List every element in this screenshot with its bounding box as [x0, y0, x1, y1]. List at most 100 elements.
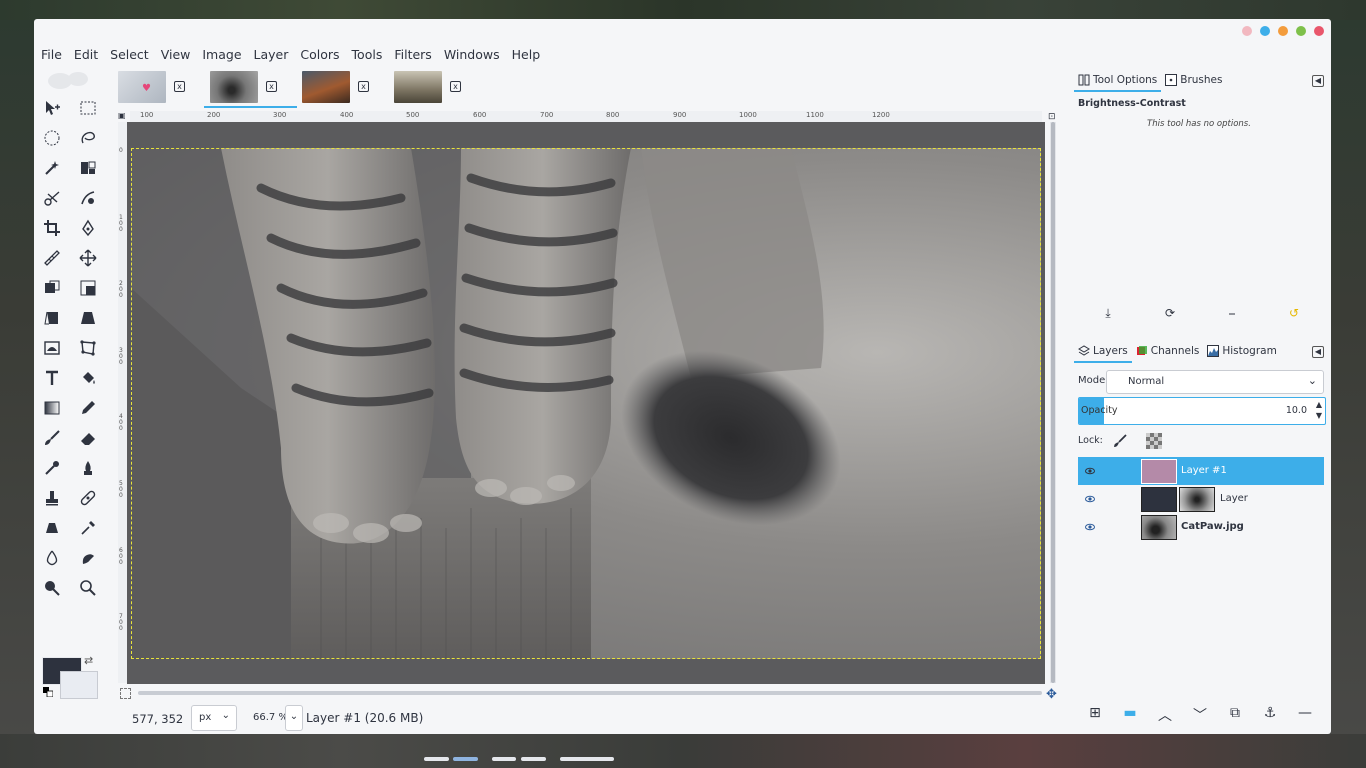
text-tool-icon[interactable] — [39, 365, 65, 391]
paintbrush-icon[interactable] — [39, 425, 65, 451]
lock-alpha-checker-icon[interactable] — [1146, 433, 1162, 449]
dock-menu-icon[interactable]: ◀ — [1312, 75, 1324, 87]
unit-selector[interactable]: px ⌄ — [191, 705, 237, 731]
bucket-fill-icon[interactable] — [75, 365, 101, 391]
ellipse-select-icon[interactable] — [39, 125, 65, 151]
align-move-icon[interactable] — [75, 245, 101, 271]
duplicate-layer-icon[interactable]: ⧉ — [1226, 705, 1244, 723]
move-tool-icon[interactable] — [39, 95, 65, 121]
lock-pixels-brush-icon[interactable] — [1112, 433, 1128, 449]
delete-layer-icon[interactable]: — — [1296, 705, 1314, 723]
layer-mask-thumbnail[interactable] — [1179, 487, 1215, 512]
tab-layers[interactable]: Layers — [1074, 341, 1132, 363]
close-tab-icon[interactable]: x — [450, 81, 461, 92]
menu-image[interactable]: Image — [196, 46, 247, 64]
menu-file[interactable]: File — [34, 46, 68, 64]
image-tab[interactable]: x — [394, 71, 461, 103]
menu-filters[interactable]: Filters — [388, 46, 437, 64]
measure-icon[interactable] — [39, 245, 65, 271]
mode-select[interactable]: Normal ⌄ — [1106, 370, 1324, 394]
visibility-eye-icon[interactable] — [1085, 466, 1095, 476]
menu-colors[interactable]: Colors — [294, 46, 345, 64]
visibility-eye-icon[interactable] — [1085, 522, 1095, 532]
close-tab-icon[interactable]: x — [174, 81, 185, 92]
quick-mask-toggle-icon[interactable] — [120, 688, 131, 699]
tab-histogram[interactable]: Histogram — [1203, 341, 1280, 361]
ink-icon[interactable] — [75, 455, 101, 481]
delete-preset-icon[interactable]: ⎯ — [1224, 306, 1240, 322]
paths-icon[interactable] — [75, 215, 101, 241]
tab-tool-options[interactable]: Tool Options — [1074, 70, 1162, 92]
tab-brushes[interactable]: Brushes — [1161, 70, 1226, 90]
scissors-select-icon[interactable] — [39, 185, 65, 211]
lower-layer-icon[interactable]: ﹀ — [1191, 705, 1209, 724]
tab-channels[interactable]: Channels — [1132, 341, 1204, 361]
quick-mask-corner-icon[interactable]: ▣ — [118, 111, 129, 122]
eraser-icon[interactable] — [75, 425, 101, 451]
menu-select[interactable]: Select — [104, 46, 155, 64]
dock-item-active[interactable] — [453, 757, 478, 761]
layer-row[interactable]: CatPaw.jpg — [1078, 513, 1324, 541]
close-button[interactable] — [1314, 26, 1324, 36]
rect-select-icon[interactable] — [75, 95, 101, 121]
menu-help[interactable]: Help — [506, 46, 547, 64]
clone-icon[interactable] — [39, 485, 65, 511]
spin-arrows-icon[interactable]: ▲ ▼ — [1316, 399, 1322, 421]
layer-row[interactable]: Layer #1 — [1078, 457, 1324, 485]
background-color[interactable] — [60, 671, 98, 699]
default-colors-icon[interactable] — [43, 687, 53, 697]
menu-view[interactable]: View — [155, 46, 197, 64]
smudge-icon[interactable] — [75, 545, 101, 571]
vertical-scrollbar[interactable] — [1050, 122, 1056, 683]
pencil-icon[interactable] — [75, 395, 101, 421]
minimize-button[interactable] — [1278, 26, 1288, 36]
airbrush-icon[interactable] — [39, 455, 65, 481]
maximize-button[interactable] — [1296, 26, 1306, 36]
heal-icon[interactable] — [75, 485, 101, 511]
foreground-select-icon[interactable] — [75, 185, 101, 211]
new-layer-group-icon[interactable]: ▬ — [1121, 705, 1139, 723]
dock-item[interactable] — [560, 757, 614, 761]
dock-item[interactable] — [492, 757, 516, 761]
zoom-fit-icon[interactable]: ⊡ — [1048, 112, 1058, 122]
close-tab-icon[interactable]: x — [358, 81, 369, 92]
menu-layer[interactable]: Layer — [248, 46, 295, 64]
dock-item[interactable] — [424, 757, 449, 761]
horizontal-scrollbar[interactable] — [138, 691, 1042, 695]
zoom-dropdown-chevron-icon[interactable]: ⌄ — [285, 705, 303, 731]
navigate-icon[interactable]: ✥ — [1046, 687, 1060, 702]
crop-icon[interactable] — [39, 215, 65, 241]
opacity-slider[interactable]: Opacity 10.0 ▲ ▼ — [1078, 397, 1326, 425]
select-by-color-icon[interactable] — [75, 155, 101, 181]
image-tab[interactable]: ♥ x — [118, 71, 185, 103]
zoom-icon[interactable] — [75, 575, 101, 601]
swap-colors-icon[interactable]: ⇄ — [84, 654, 93, 667]
lasso-icon[interactable] — [75, 125, 101, 151]
close-tab-icon[interactable]: x — [266, 81, 277, 92]
blur-icon[interactable] — [39, 545, 65, 571]
layer-row[interactable]: Layer — [1078, 485, 1324, 513]
gradient-icon[interactable] — [39, 395, 65, 421]
window-button[interactable] — [1242, 26, 1252, 36]
warp-transform-icon[interactable] — [39, 335, 65, 361]
visibility-eye-icon[interactable] — [1085, 494, 1095, 504]
menu-tools[interactable]: Tools — [346, 46, 389, 64]
unified-transform-icon[interactable] — [39, 275, 65, 301]
menu-windows[interactable]: Windows — [438, 46, 506, 64]
perspective-icon[interactable] — [75, 305, 101, 331]
window-button[interactable] — [1260, 26, 1270, 36]
scale-icon[interactable] — [75, 275, 101, 301]
dock-item[interactable] — [521, 757, 546, 761]
zoom-level[interactable]: 66.7 % — [253, 712, 288, 723]
image-tab-active[interactable]: x — [210, 71, 277, 103]
restore-preset-icon[interactable]: ⟳ — [1162, 306, 1178, 322]
cage-transform-icon[interactable] — [75, 335, 101, 361]
reset-tool-icon[interactable]: ↺ — [1286, 306, 1302, 322]
save-preset-icon[interactable]: ⤓ — [1100, 306, 1116, 322]
new-layer-icon[interactable]: ⊞ — [1086, 705, 1104, 723]
fuzzy-select-icon[interactable] — [39, 155, 65, 181]
menu-edit[interactable]: Edit — [68, 46, 104, 64]
shear-icon[interactable] — [39, 305, 65, 331]
color-picker-icon[interactable] — [75, 515, 101, 541]
scrollbar-thumb[interactable] — [1051, 122, 1055, 683]
